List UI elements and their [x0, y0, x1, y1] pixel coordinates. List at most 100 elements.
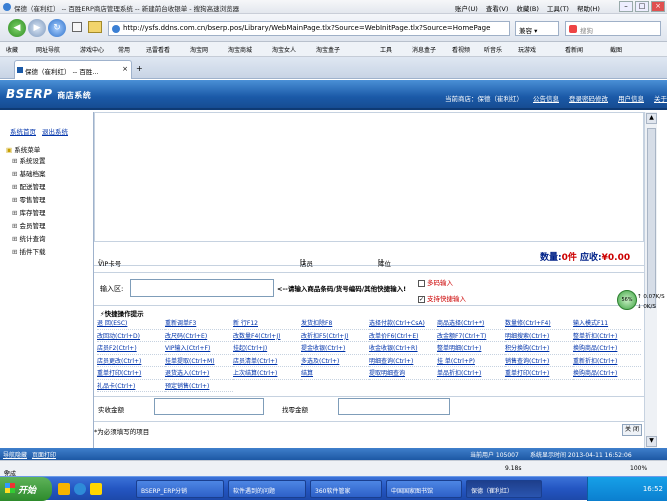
- quick-op-link[interactable]: 新 行F12: [233, 318, 301, 330]
- fav-item[interactable]: 淘宝盒子: [316, 45, 340, 54]
- quick-op-link[interactable]: 输入模式F11: [573, 318, 641, 330]
- menu-help[interactable]: 帮助(H): [577, 5, 600, 13]
- compat-mode-button[interactable]: 兼容 ▾: [515, 21, 559, 36]
- quick-op-link[interactable]: 提金收银(Ctrl+): [301, 343, 369, 355]
- quick-op-link[interactable]: 换购商品(Ctrl+): [573, 368, 641, 380]
- quick-op-link[interactable]: 挂起(Ctrl+J): [233, 343, 301, 355]
- quick-op-link[interactable]: 重新折扣(Ctrl+): [573, 356, 641, 367]
- clock[interactable]: 16:52: [643, 485, 663, 493]
- home-icon[interactable]: [88, 21, 102, 33]
- quick-op-link[interactable]: 数量修(Ctrl+F4): [505, 318, 573, 330]
- close-button[interactable]: 关 闭: [622, 424, 642, 436]
- shortcut-checkbox[interactable]: ✓ 支持快捷输入: [418, 293, 466, 303]
- tree-item-member[interactable]: 会员管理: [12, 220, 46, 230]
- minimize-icon[interactable]: –: [619, 1, 633, 12]
- search-box[interactable]: 搜狗: [565, 21, 661, 36]
- quick-op-link[interactable]: 改折扣F5(Ctrl+J): [301, 331, 369, 342]
- tree-item-statistics[interactable]: 统计查询: [12, 233, 46, 243]
- scroll-up-icon[interactable]: ▲: [646, 113, 657, 124]
- quick-op-link[interactable]: 商品选择(Ctrl+*): [437, 318, 505, 330]
- quick-op-link[interactable]: 挂 单(Ctrl+P): [437, 356, 505, 367]
- received-input[interactable]: [154, 398, 264, 415]
- quick-op-link[interactable]: 改金额F7(Ctrl+T): [437, 331, 505, 342]
- quick-op-link[interactable]: 退 回(ESC): [97, 318, 165, 330]
- scroll-thumb[interactable]: [647, 128, 656, 308]
- tree-item-distribution[interactable]: 配送管理: [12, 181, 46, 191]
- new-tab-icon[interactable]: +: [136, 64, 143, 73]
- menu-view[interactable]: 查看(V): [486, 5, 509, 13]
- quick-op-link[interactable]: 上次结算(Ctrl+): [233, 368, 301, 380]
- quick-op-link[interactable]: 多选及(Ctrl+): [301, 356, 369, 367]
- quick-op-link[interactable]: 单品折扣(Ctrl+): [437, 368, 505, 380]
- fav-item[interactable]: 看新闻: [565, 45, 583, 54]
- quicklaunch-icon[interactable]: [58, 483, 70, 495]
- link-notice[interactable]: 公告信息: [533, 95, 559, 103]
- quick-op-link[interactable]: 结算: [301, 368, 369, 380]
- toggle-nav-link[interactable]: 导航隐藏: [3, 450, 27, 459]
- maximize-icon[interactable]: □: [635, 1, 649, 12]
- tree-item-retail[interactable]: 零售管理: [12, 194, 46, 204]
- fav-item[interactable]: 截图: [610, 45, 622, 54]
- task-item[interactable]: 360软件管家: [310, 480, 382, 498]
- quick-op-link[interactable]: 重新调单F3: [165, 318, 233, 330]
- quick-op-link[interactable]: 预定销售(Ctrl+): [165, 381, 233, 392]
- fav-item[interactable]: 淘宝商城: [228, 45, 252, 54]
- fav-item[interactable]: 工具: [380, 45, 392, 54]
- quick-op-link[interactable]: 店员清单(Ctrl+): [233, 356, 301, 367]
- quick-op-link[interactable]: 选择付款(Ctrl+CsA): [369, 318, 437, 330]
- link-user-info[interactable]: 用户信息: [618, 95, 644, 103]
- fav-item[interactable]: 收藏: [6, 45, 18, 54]
- tab-active[interactable]: 保德（崔利红） -- 百胜... ×: [14, 60, 132, 79]
- quick-op-link[interactable]: 重单打印(Ctrl+): [505, 368, 573, 380]
- shop-value[interactable]: []: [300, 258, 305, 266]
- quick-op-link[interactable]: 店员F2(Ctrl+): [97, 343, 165, 355]
- forward-icon[interactable]: ▶: [28, 19, 46, 37]
- link-home[interactable]: 系统首页: [10, 128, 36, 136]
- close-window-icon[interactable]: ×: [651, 1, 665, 12]
- link-about[interactable]: 关于: [654, 95, 667, 103]
- start-button[interactable]: 开始: [0, 477, 52, 501]
- quick-op-link[interactable]: 换购商品(Ctrl+): [573, 343, 641, 355]
- quick-op-link[interactable]: 改数量F4(Ctrl+J): [233, 331, 301, 342]
- task-item-active[interactable]: 保德（崔利红）: [466, 480, 542, 498]
- quick-op-link[interactable]: 销售查询(Ctrl+): [505, 356, 573, 367]
- task-item[interactable]: 中国国家图书馆: [386, 480, 462, 498]
- fav-item[interactable]: 消息盒子: [412, 45, 436, 54]
- fav-item[interactable]: 网址导航: [36, 45, 60, 54]
- quick-op-link[interactable]: 礼品卡(Ctrl+): [97, 381, 165, 392]
- fav-item[interactable]: 玩游戏: [518, 45, 536, 54]
- menu-favorites[interactable]: 收藏(B): [516, 5, 539, 13]
- multi-code-checkbox[interactable]: 多码输入: [418, 277, 453, 287]
- menu-tools[interactable]: 工具(T): [547, 5, 569, 13]
- quick-op-link[interactable]: 收金收银(Ctrl+R): [369, 343, 437, 355]
- shortcut-check-box[interactable]: ✓: [418, 295, 425, 303]
- task-item[interactable]: 软件遇到的问题: [228, 480, 306, 498]
- link-logout[interactable]: 退出系统: [42, 128, 68, 136]
- quick-op-link[interactable]: 改尺码(Ctrl+E): [165, 331, 233, 342]
- quick-op-link[interactable]: 改回动(Ctrl+D): [97, 331, 165, 342]
- ie-icon[interactable]: [74, 483, 86, 495]
- vertical-scrollbar[interactable]: ▲ ▼: [644, 112, 657, 448]
- zoom-level[interactable]: 100%: [630, 465, 647, 472]
- quick-op-link[interactable]: 改单价F6(Ctrl+E): [369, 331, 437, 342]
- tree-item-inventory[interactable]: 库存管理: [12, 207, 46, 217]
- quick-op-link[interactable]: 发货扣除F8: [301, 318, 369, 330]
- quick-op-link[interactable]: VIP输入(Ctrl+F): [165, 343, 233, 355]
- fav-item[interactable]: 听音乐: [484, 45, 502, 54]
- quick-op-link[interactable]: 整单明细(Ctrl+): [437, 343, 505, 355]
- speed-ball-icon[interactable]: 56%: [617, 290, 637, 310]
- print-page-link[interactable]: 页面打印: [32, 450, 56, 459]
- refresh-icon[interactable]: ↻: [48, 19, 66, 37]
- stop-icon[interactable]: [72, 22, 82, 32]
- quick-op-link[interactable]: 挂单提取(Ctrl+M): [165, 356, 233, 367]
- quick-op-link[interactable]: 重单打印(Ctrl+): [97, 368, 165, 380]
- back-icon[interactable]: ◀: [8, 19, 26, 37]
- tree-root[interactable]: ▣ 系统菜单: [6, 144, 40, 154]
- fav-item[interactable]: 游戏中心: [80, 45, 104, 54]
- task-item[interactable]: BSERP_ERP分销: [136, 480, 224, 498]
- fav-item[interactable]: 看视频: [452, 45, 470, 54]
- barcode-input[interactable]: [130, 279, 274, 297]
- quick-op-link[interactable]: 退货选入(Ctrl+): [165, 368, 233, 380]
- fav-item[interactable]: 迅雷看看: [146, 45, 170, 54]
- fav-item[interactable]: 常用: [118, 45, 130, 54]
